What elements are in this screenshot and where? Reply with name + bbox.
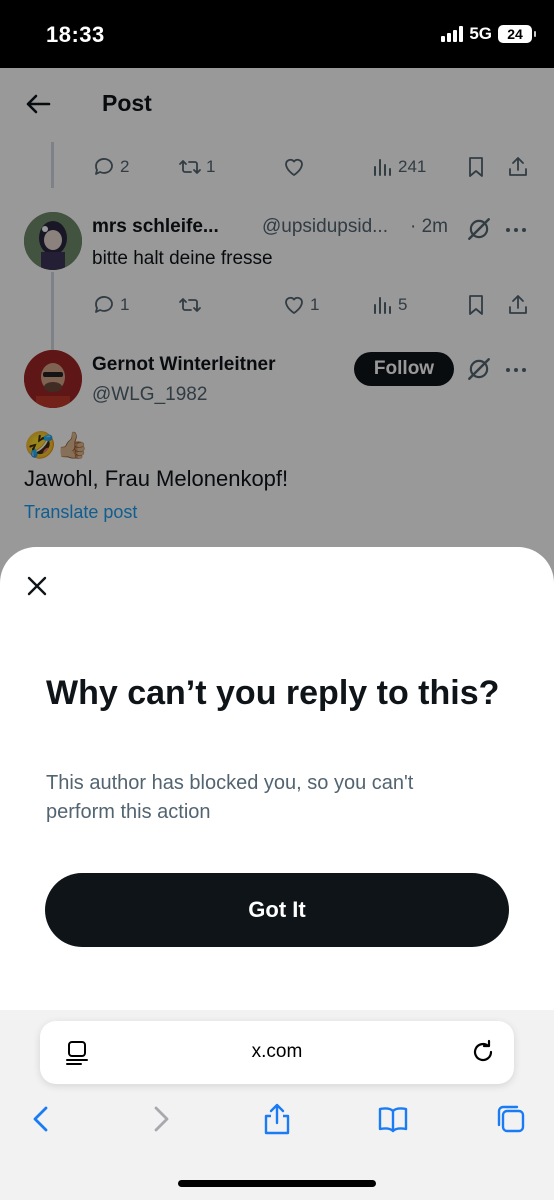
network-type: 5G <box>469 24 492 43</box>
home-indicator <box>178 1180 376 1187</box>
heart-icon <box>285 296 303 314</box>
author-photo-image <box>24 350 82 408</box>
battery-level: 24 <box>507 26 523 42</box>
url-text: x.com <box>251 1041 303 1062</box>
share-icon[interactable] <box>260 1102 294 1136</box>
anime-avatar-image <box>24 212 82 270</box>
views-icon <box>374 297 391 314</box>
reload-icon[interactable] <box>470 1039 496 1065</box>
views-count: 241 <box>398 157 427 176</box>
author-avatar[interactable] <box>24 350 82 408</box>
repost-icon <box>179 298 201 312</box>
follow-button[interactable]: Follow <box>354 352 454 386</box>
forward-icon[interactable] <box>144 1102 178 1136</box>
got-it-button[interactable]: Got It <box>45 873 509 947</box>
blocked-info-sheet: Why can’t you reply to this? This author… <box>0 547 554 1010</box>
back-icon[interactable] <box>24 1102 58 1136</box>
post-text: Jawohl, Frau Melonenkopf! <box>24 466 289 491</box>
sheet-heading: Why can’t you reply to this? <box>46 674 500 712</box>
bookmarks-icon[interactable] <box>376 1102 410 1136</box>
share-button[interactable] <box>506 155 530 179</box>
reply-icon <box>95 296 113 313</box>
cellular-signal-icon <box>441 26 464 42</box>
reply-timestamp: · 2m <box>410 216 448 237</box>
reply-button[interactable]: 1 <box>92 293 178 317</box>
like-button[interactable] <box>282 155 370 179</box>
reply-author-avatar[interactable] <box>24 212 82 270</box>
repost-count: 1 <box>206 157 216 176</box>
reply-author-handle[interactable]: @upsidupsid... <box>262 216 388 238</box>
sheet-description: This author has blocked you, so you can'… <box>46 772 414 823</box>
post-actions-bar: 2 1 241 <box>92 152 532 182</box>
reply-button[interactable]: 2 <box>92 155 178 179</box>
more-options-icon[interactable] <box>504 218 528 242</box>
reply-icon <box>95 158 113 175</box>
close-icon[interactable] <box>24 573 50 599</box>
address-bar[interactable]: x.com <box>40 1021 514 1084</box>
tabs-icon[interactable] <box>494 1102 528 1136</box>
grok-icon[interactable] <box>466 356 492 382</box>
heart-icon <box>285 158 303 176</box>
like-count: 1 <box>310 295 320 314</box>
bookmark-icon <box>469 157 483 177</box>
views-button[interactable]: 241 <box>370 155 464 179</box>
author-name[interactable]: Gernot Winterleitner <box>92 354 276 376</box>
reply-author-name[interactable]: mrs schleife... <box>92 216 219 238</box>
bookmark-icon <box>469 295 483 315</box>
status-time: 18:33 <box>46 22 105 47</box>
share-icon <box>509 157 527 176</box>
thread-line <box>51 142 54 188</box>
reply-actions-bar: 1 1 5 <box>92 290 532 320</box>
back-arrow-icon[interactable] <box>24 90 52 118</box>
grok-icon[interactable] <box>466 216 492 242</box>
battery-icon: 24 <box>498 25 536 43</box>
page-title: Post <box>102 90 152 116</box>
share-icon <box>509 295 527 314</box>
thread-line <box>51 272 54 350</box>
views-count: 5 <box>398 295 408 314</box>
more-options-icon[interactable] <box>504 358 528 382</box>
bookmark-button[interactable] <box>464 155 506 179</box>
status-bar: 18:33 5G 24 <box>0 0 554 68</box>
repost-button[interactable] <box>178 293 282 317</box>
author-handle[interactable]: @WLG_1982 <box>92 384 207 406</box>
reply-text: bitte halt deine fresse <box>92 248 273 269</box>
repost-icon <box>179 160 201 174</box>
like-button[interactable]: 1 <box>282 293 370 317</box>
views-icon <box>374 159 391 176</box>
post-emoji: 🤣👍🏼 <box>24 430 89 460</box>
views-button[interactable]: 5 <box>370 293 464 317</box>
translate-post-link[interactable]: Translate post <box>24 502 137 523</box>
browser-toolbar: x.com <box>0 1010 554 1200</box>
reply-count: 2 <box>120 157 130 176</box>
share-button[interactable] <box>506 293 530 317</box>
reply-count: 1 <box>120 295 130 314</box>
bookmark-button[interactable] <box>464 293 506 317</box>
repost-button[interactable]: 1 <box>178 155 282 179</box>
header: Post <box>0 68 554 140</box>
